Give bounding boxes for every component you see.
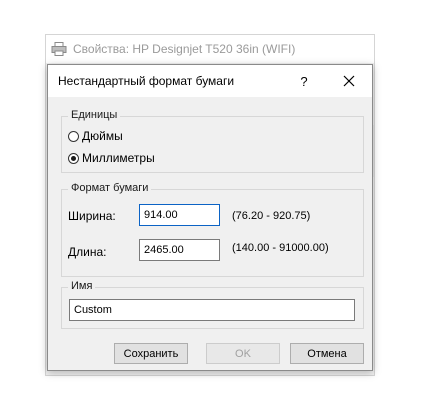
custom-paper-size-dialog: Нестандартный формат бумаги ? Единицы Дю… [47,64,373,371]
save-button[interactable]: Сохранить [114,343,188,364]
radio-inches-button[interactable] [68,130,79,142]
length-input[interactable] [139,239,220,261]
paper-format-group: Формат бумаги [61,182,364,277]
paper-format-group-label: Формат бумаги [68,182,152,194]
radio-millimeters-button[interactable] [68,152,79,164]
ok-button[interactable]: OK [206,343,280,364]
width-range: (76.20 - 920.75) [232,210,311,222]
printer-icon [51,42,67,56]
name-input[interactable] [69,299,355,321]
name-group-label: Имя [68,280,96,292]
length-range: (140.00 - 91000.00) [232,242,329,254]
radio-millimeters[interactable]: Миллиметры [68,151,155,165]
help-button[interactable]: ? [293,67,315,95]
radio-millimeters-label: Миллиметры [82,151,155,165]
dialog-title: Нестандартный формат бумаги [58,74,235,88]
units-group-label: Единицы [68,109,121,121]
close-button[interactable] [334,67,364,95]
cancel-button[interactable]: Отмена [290,343,364,364]
radio-inches-label: Дюймы [82,129,123,143]
width-input[interactable] [139,204,220,226]
parent-window-title: Свойства: HP Designjet T520 36in (WIFI) [73,42,296,56]
parent-titlebar: Свойства: HP Designjet T520 36in (WIFI) [46,35,374,63]
dialog-titlebar: Нестандартный формат бумаги ? [48,65,372,97]
length-label: Длина: [68,245,107,259]
width-label: Ширина: [68,209,116,223]
radio-inches[interactable]: Дюймы [68,129,123,143]
close-icon [343,75,355,87]
